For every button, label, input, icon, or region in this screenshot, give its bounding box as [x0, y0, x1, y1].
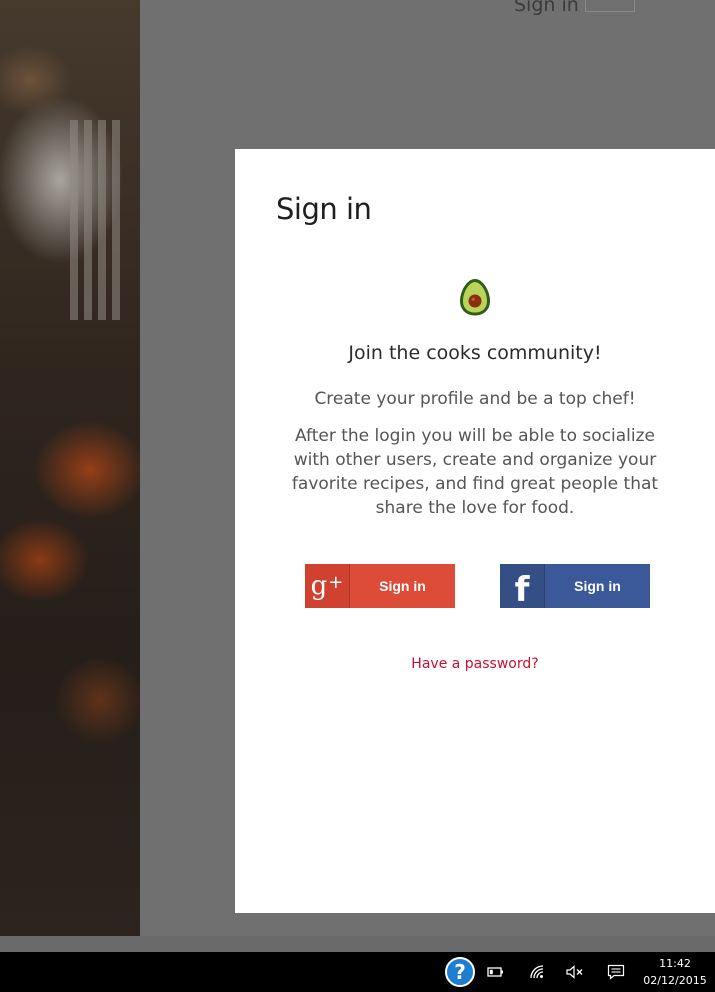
background-signin-link[interactable]: Sign in — [514, 0, 579, 16]
google-signin-label: Sign in — [379, 578, 426, 594]
signin-dialog: Sign in Join the cooks community! Create… — [235, 149, 715, 913]
help-icon[interactable]: ? — [443, 952, 477, 992]
volume-muted-icon[interactable] — [563, 952, 587, 992]
facebook-icon: f — [500, 564, 545, 608]
background-food-photo — [0, 0, 154, 936]
clock-date: 02/12/2015 — [643, 974, 707, 987]
google-signin-button[interactable]: g+ Sign in — [305, 564, 455, 608]
avocado-logo-icon — [460, 279, 490, 316]
have-password-link[interactable]: Have a password? — [235, 656, 715, 672]
profile-tagline: Create your profile and be a top chef! — [314, 389, 636, 409]
taskbar: ? 11:42 02/12/2015 — [0, 952, 715, 992]
facebook-signin-button[interactable]: f Sign in — [500, 564, 650, 608]
google-plus-icon: g+ — [305, 564, 350, 608]
background-bottom-strip — [0, 936, 715, 952]
battery-icon[interactable] — [484, 952, 508, 992]
action-center-icon[interactable] — [604, 952, 628, 992]
fork-image — [70, 120, 120, 320]
wifi-icon[interactable] — [525, 952, 549, 992]
clock-time: 11:42 — [659, 957, 691, 970]
dialog-title: Sign in — [276, 192, 372, 226]
community-headline: Join the cooks community! — [348, 342, 602, 364]
facebook-signin-label: Sign in — [574, 578, 621, 594]
login-description: After the login you will be able to soci… — [291, 426, 659, 518]
background-header-box[interactable] — [585, 0, 635, 12]
clock[interactable]: 11:42 02/12/2015 — [640, 955, 710, 989]
